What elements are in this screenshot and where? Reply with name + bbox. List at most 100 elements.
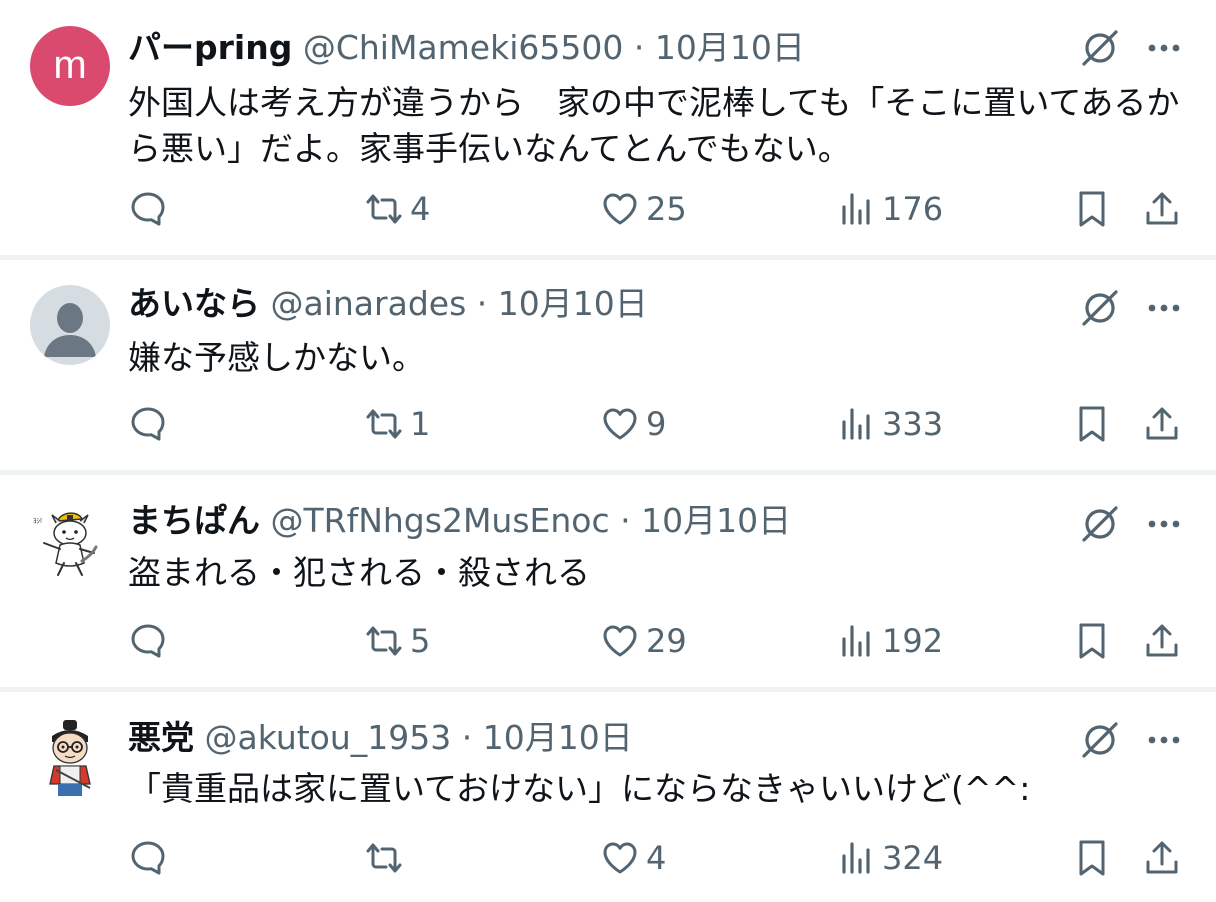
- share-icon: [1146, 192, 1178, 225]
- post[interactable]: m パーpring @ChiMameki65500 · 10月10日 外国人は考…: [0, 0, 1216, 255]
- samurai-icon: [49, 720, 91, 796]
- separator-dot: ·: [476, 284, 488, 323]
- repost-icon: [366, 626, 402, 656]
- grok-icon[interactable]: [1078, 718, 1122, 762]
- svg-text:m: m: [53, 43, 86, 87]
- repost-button[interactable]: 1: [364, 400, 430, 448]
- more-icon[interactable]: [1142, 502, 1186, 546]
- share-button[interactable]: [1142, 834, 1182, 882]
- share-icon: [1146, 841, 1178, 874]
- reply-icon: [131, 841, 165, 875]
- grok-icon[interactable]: [1078, 286, 1122, 330]
- svg-text:ﾖｼ!: ﾖｼ!: [33, 517, 42, 525]
- bookmark-button[interactable]: [1072, 834, 1112, 882]
- action-bar: 4 25 176: [128, 185, 1188, 233]
- display-name[interactable]: パーpring: [128, 28, 292, 67]
- views-icon: [842, 408, 870, 440]
- views-icon: [842, 842, 870, 874]
- action-bar: 1 9 333: [128, 400, 1188, 448]
- reply-button[interactable]: [128, 834, 174, 882]
- share-icon: [1146, 407, 1178, 440]
- views-button[interactable]: 192: [836, 617, 943, 665]
- post[interactable]: 悪党 @akutou_1953 · 10月10日 「貴重品は家に置いておけない」…: [0, 692, 1216, 902]
- user-handle[interactable]: @ChiMameki65500: [303, 28, 624, 67]
- views-count: 333: [882, 405, 944, 443]
- repost-button[interactable]: [364, 834, 410, 882]
- separator-dot: ·: [461, 718, 473, 757]
- post-header: パーpring @ChiMameki65500 · 10月10日: [128, 26, 805, 70]
- bookmark-button[interactable]: [1072, 185, 1112, 233]
- bookmark-icon: [1079, 840, 1105, 876]
- post-text: 盗まれる・犯される・殺される: [128, 553, 590, 592]
- post-header: あいなら @ainarades · 10月10日: [128, 282, 648, 326]
- reply-icon: [131, 192, 165, 226]
- like-icon: [603, 193, 637, 225]
- bookmark-icon: [1079, 623, 1105, 659]
- post-header: 悪党 @akutou_1953 · 10月10日: [128, 716, 633, 760]
- views-button[interactable]: 176: [836, 185, 943, 233]
- post-text: 嫌な予感しかない。: [128, 338, 425, 377]
- reply-icon: [131, 407, 165, 441]
- share-button[interactable]: [1142, 400, 1182, 448]
- reply-button[interactable]: [128, 617, 174, 665]
- cat-helmet-icon: ﾖｼ!: [33, 512, 98, 576]
- share-button[interactable]: [1142, 185, 1182, 233]
- like-count: 9: [646, 405, 667, 443]
- user-handle[interactable]: @akutou_1953: [205, 718, 452, 757]
- views-button[interactable]: 324: [836, 834, 943, 882]
- letter-avatar-icon: m: [53, 43, 86, 87]
- post-date[interactable]: 10月10日: [655, 28, 805, 67]
- views-icon: [842, 625, 870, 657]
- separator-dot: ·: [620, 501, 631, 540]
- grok-icon[interactable]: [1078, 502, 1122, 546]
- more-icon[interactable]: [1142, 26, 1186, 70]
- like-icon: [603, 408, 637, 440]
- bookmark-icon: [1079, 406, 1105, 442]
- avatar[interactable]: [30, 718, 110, 798]
- like-button[interactable]: 4: [600, 834, 666, 882]
- reply-icon: [131, 624, 165, 658]
- views-button[interactable]: 333: [836, 400, 943, 448]
- post-header: まちぱん @TRfNhgs2MusEnoc · 10月10日: [128, 499, 791, 543]
- repost-icon: [366, 843, 402, 873]
- user-handle[interactable]: @TRfNhgs2MusEnoc: [271, 501, 610, 540]
- display-name[interactable]: 悪党: [128, 718, 194, 757]
- avatar[interactable]: m: [30, 26, 110, 106]
- repost-count: 5: [410, 622, 431, 660]
- post-date[interactable]: 10月10日: [641, 501, 791, 540]
- reply-button[interactable]: [128, 185, 174, 233]
- bookmark-button[interactable]: [1072, 617, 1112, 665]
- repost-button[interactable]: 5: [364, 617, 430, 665]
- more-icon[interactable]: [1142, 718, 1186, 762]
- reply-button[interactable]: [128, 400, 174, 448]
- display-name[interactable]: あいなら: [128, 284, 260, 323]
- grok-icon[interactable]: [1078, 26, 1122, 70]
- like-button[interactable]: 9: [600, 400, 666, 448]
- like-icon: [603, 842, 637, 874]
- views-icon: [842, 193, 870, 225]
- like-button[interactable]: 25: [600, 185, 687, 233]
- share-button[interactable]: [1142, 617, 1182, 665]
- like-button[interactable]: 29: [600, 617, 687, 665]
- post[interactable]: ﾖｼ! まちぱん @TRfNhgs2MusEnoc · 10月10日 盗まれる・…: [0, 475, 1216, 687]
- like-count: 29: [646, 622, 687, 660]
- bookmark-button[interactable]: [1072, 400, 1112, 448]
- separator-dot: ·: [633, 28, 645, 67]
- views-count: 324: [882, 839, 944, 877]
- repost-button[interactable]: 4: [364, 185, 430, 233]
- display-name[interactable]: まちぱん: [128, 501, 260, 540]
- repost-count: 4: [410, 190, 431, 228]
- post-date[interactable]: 10月10日: [498, 284, 648, 323]
- like-icon: [603, 625, 637, 657]
- more-icon[interactable]: [1142, 286, 1186, 330]
- repost-icon: [366, 409, 402, 439]
- user-handle[interactable]: @ainarades: [271, 284, 467, 323]
- like-count: 25: [646, 190, 687, 228]
- post-date[interactable]: 10月10日: [483, 718, 633, 757]
- post-text: 外国人は考え方が違うから 家の中で泥棒しても「そこに置いてあるから悪い」だよ。家…: [128, 83, 1180, 168]
- avatar[interactable]: [30, 285, 110, 365]
- avatar[interactable]: ﾖｼ!: [30, 501, 110, 581]
- views-count: 192: [882, 622, 944, 660]
- repost-count: 1: [410, 405, 431, 443]
- post[interactable]: あいなら @ainarades · 10月10日 嫌な予感しかない。 1 9 3…: [0, 260, 1216, 470]
